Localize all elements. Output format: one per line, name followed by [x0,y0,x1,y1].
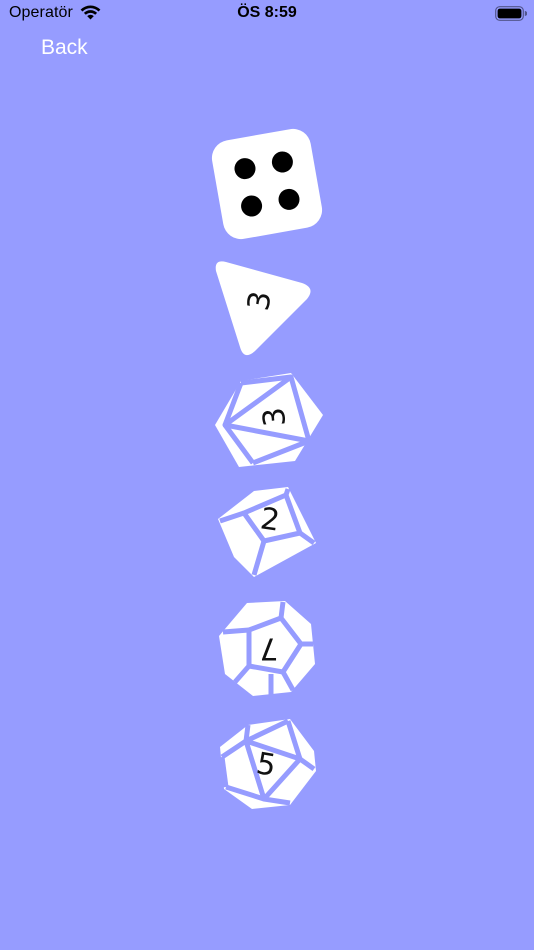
dice-column: 3 3 2 7 5 [0,0,534,950]
d20-edge [243,724,251,742]
d8-value: 3 [257,406,294,428]
die-d6[interactable] [211,128,323,240]
die-d12[interactable]: 7 [217,598,317,700]
d12-edge [222,627,250,635]
die-d8[interactable]: 3 [213,371,325,471]
d6-face [211,128,323,240]
die-d10[interactable]: 2 [214,485,320,581]
die-d4[interactable]: 3 [210,257,316,361]
die-d20[interactable]: 5 [218,717,320,813]
d10-edge [283,488,291,496]
d12-value: 7 [259,631,278,666]
d12-edge [278,601,286,619]
